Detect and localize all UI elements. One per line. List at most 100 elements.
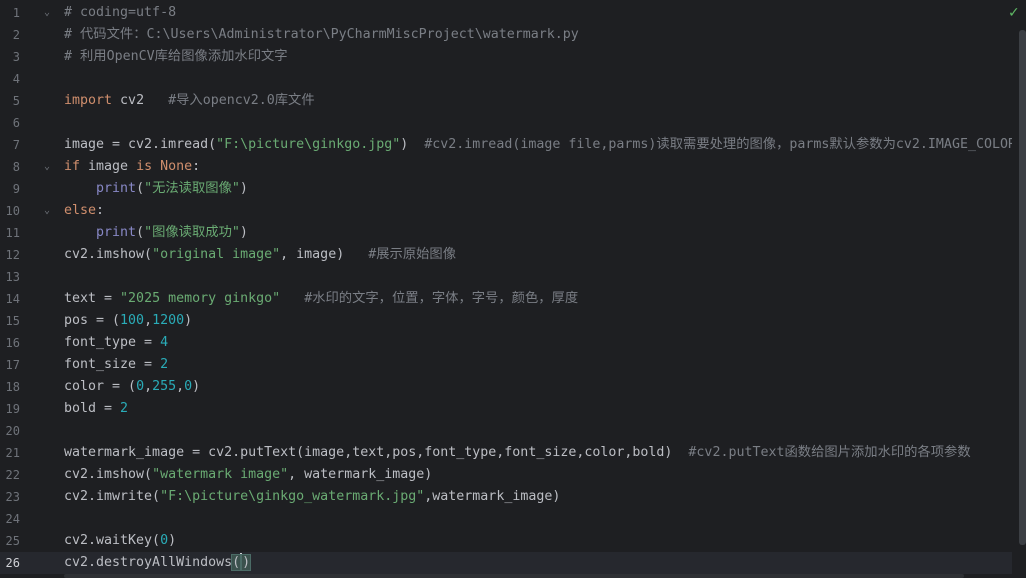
code-line[interactable]: # 代码文件：C:\Users\Administrator\PyCharmMis… <box>64 24 1012 46</box>
gutter-row[interactable]: 25 <box>0 530 56 552</box>
gutter-row[interactable]: 2 <box>0 24 56 46</box>
gutter-row[interactable]: 1 ⌄ <box>0 2 56 24</box>
code-line[interactable]: import cv2 #导入opencv2.0库文件 <box>64 90 1012 112</box>
gutter-row[interactable]: 24 <box>0 508 56 530</box>
code-token-plain: cv2.destroyAllWindows <box>64 555 233 570</box>
line-number: 24 <box>5 512 20 526</box>
code-token-str: "F:\picture\ginkgo_watermark.jpg" <box>160 489 425 504</box>
code-line[interactable]: cv2.imshow("watermark image", watermark_… <box>64 464 1012 486</box>
code-line[interactable] <box>64 266 1012 288</box>
code-line[interactable]: font_size = 2 <box>64 354 1012 376</box>
code-token-plain: watermark_image = cv2.putText(image,text… <box>64 445 689 460</box>
code-line[interactable]: cv2.imshow("original image", image) #展示原… <box>64 244 1012 266</box>
gutter-row[interactable]: 3 <box>0 46 56 68</box>
code-token-num: 0 <box>136 379 145 394</box>
gutter-row[interactable]: 14 <box>0 288 56 310</box>
gutter-row[interactable]: 19 <box>0 398 56 420</box>
code-line[interactable] <box>64 68 1012 90</box>
code-line[interactable] <box>64 508 1012 530</box>
gutter-row[interactable]: 12 <box>0 244 56 266</box>
code-line[interactable] <box>64 112 1012 134</box>
code-line[interactable]: print("无法读取图像") <box>64 178 1012 200</box>
code-token-kw: if <box>64 159 81 174</box>
gutter-row[interactable]: 8 ⌄ <box>0 156 56 178</box>
gutter-row[interactable]: 23 <box>0 486 56 508</box>
gutter-row[interactable]: 13 <box>0 266 56 288</box>
code-token-str: "original image" <box>152 247 281 262</box>
code-token-kw: is <box>136 159 153 174</box>
line-number-gutter[interactable]: 1 ⌄ 2 3 4 5 6 7 8 ⌄ 9 10 ⌄ 11 12 13 14 15 16 17 18 19 20 21 22 23… <box>0 2 56 574</box>
gutter-row[interactable]: 20 <box>0 420 56 442</box>
code-token-plain: cv2 <box>112 93 169 108</box>
code-editor[interactable]: 1 ⌄ 2 3 4 5 6 7 8 ⌄ 9 10 ⌄ 11 12 13 14 15 16 17 18 19 20 21 22 23… <box>0 0 1026 578</box>
gutter-row[interactable]: 6 <box>0 112 56 134</box>
code-token-plain: , <box>144 313 153 328</box>
line-number: 3 <box>12 50 20 64</box>
gutter-row[interactable]: 7 <box>0 134 56 156</box>
code-line[interactable]: text = "2025 memory ginkgo" #水印的文字，位置，字体… <box>64 288 1012 310</box>
gutter-row[interactable]: 10 ⌄ <box>0 200 56 222</box>
line-number: 15 <box>5 314 20 328</box>
code-token-comment: # coding=utf-8 <box>64 5 177 20</box>
code-line[interactable]: if image is None: <box>64 156 1012 178</box>
code-token-comment: #水印的文字，位置，字体，字号，颜色，厚度 <box>304 291 579 306</box>
code-token-str: "无法读取图像" <box>144 181 240 196</box>
chevron-down-icon[interactable]: ⌄ <box>42 200 52 222</box>
gutter-row[interactable]: 18 <box>0 376 56 398</box>
line-number: 13 <box>5 270 20 284</box>
code-line[interactable]: font_type = 4 <box>64 332 1012 354</box>
gutter-row[interactable]: 15 <box>0 310 56 332</box>
code-token-num: 0 <box>184 379 193 394</box>
gutter-row[interactable]: 26 <box>0 552 56 574</box>
vertical-scrollbar[interactable] <box>1019 30 1026 545</box>
code-line[interactable]: pos = (100,1200) <box>64 310 1012 332</box>
line-number: 10 <box>5 204 20 218</box>
gutter-row[interactable]: 4 <box>0 68 56 90</box>
check-icon[interactable]: ✓ <box>1008 6 1022 20</box>
code-line[interactable]: cv2.destroyAllWindows() <box>64 552 1012 574</box>
line-number: 2 <box>12 28 20 42</box>
code-line[interactable]: image = cv2.imread("F:\picture\ginkgo.jp… <box>64 134 1012 156</box>
code-line[interactable]: else: <box>64 200 1012 222</box>
line-number: 16 <box>5 336 20 350</box>
line-number: 26 <box>5 556 20 570</box>
code-token-kw: None <box>160 159 193 174</box>
code-token-plain: ( <box>136 225 145 240</box>
code-token-plain: ) <box>239 181 248 196</box>
gutter-row[interactable]: 22 <box>0 464 56 486</box>
gutter-row[interactable]: 16 <box>0 332 56 354</box>
code-token-plain: ) <box>239 225 248 240</box>
code-line[interactable]: cv2.waitKey(0) <box>64 530 1012 552</box>
code-line[interactable]: # coding=utf-8 <box>64 2 1012 24</box>
code-line[interactable]: cv2.imwrite("F:\picture\ginkgo_watermark… <box>64 486 1012 508</box>
gutter-row[interactable]: 17 <box>0 354 56 376</box>
code-line[interactable] <box>64 420 1012 442</box>
code-line[interactable]: color = (0,255,0) <box>64 376 1012 398</box>
code-token-paren-match: ) <box>241 554 252 571</box>
code-token-plain: cv2.imwrite( <box>64 489 161 504</box>
chevron-down-icon[interactable]: ⌄ <box>42 2 52 24</box>
code-token-builtin: print <box>96 225 137 240</box>
code-area[interactable]: # coding=utf-8 # 代码文件：C:\Users\Administra… <box>64 2 1012 574</box>
code-line[interactable]: print("图像读取成功") <box>64 222 1012 244</box>
code-token-plain: : <box>96 203 105 218</box>
code-token-str: "图像读取成功" <box>144 225 240 240</box>
code-line[interactable]: bold = 2 <box>64 398 1012 420</box>
gutter-row[interactable]: 11 <box>0 222 56 244</box>
code-token-num: 2 <box>160 357 169 372</box>
horizontal-scrollbar[interactable] <box>64 574 964 578</box>
gutter-row[interactable]: 5 <box>0 90 56 112</box>
code-line[interactable]: watermark_image = cv2.putText(image,text… <box>64 442 1012 464</box>
code-token-plain: cv2.waitKey( <box>64 533 161 548</box>
line-number: 23 <box>5 490 20 504</box>
code-token-kw: import <box>64 93 113 108</box>
gutter-row[interactable]: 9 <box>0 178 56 200</box>
chevron-down-icon[interactable]: ⌄ <box>42 156 52 178</box>
line-number: 25 <box>5 534 20 548</box>
code-token-comment: #展示原始图像 <box>368 247 457 262</box>
code-token-plain: : <box>192 159 201 174</box>
code-line[interactable]: # 利用OpenCV库给图像添加水印文字 <box>64 46 1012 68</box>
gutter-row[interactable]: 21 <box>0 442 56 464</box>
